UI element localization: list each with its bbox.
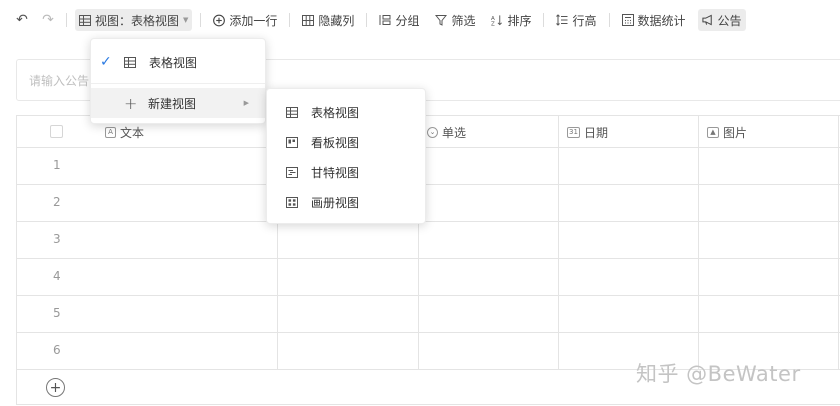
gallery-icon: [286, 196, 299, 208]
calculator-icon: [621, 14, 634, 26]
grid-icon: [302, 14, 315, 26]
toolbar-divider: [200, 13, 202, 27]
hide-columns-button[interactable]: 隐藏列: [298, 9, 358, 31]
row-number: 1: [53, 158, 61, 172]
view-switcher-label: 视图：表格视图: [95, 13, 180, 28]
sort-icon: AZ: [491, 14, 503, 26]
table-icon: [286, 106, 299, 118]
new-view-submenu: 表格视图 看板视图 甘特视图 画册视图: [266, 88, 426, 224]
row-number: 4: [53, 269, 61, 283]
row-number: 3: [53, 232, 61, 246]
single-select-icon: ⌄: [427, 126, 438, 138]
menu-item-label: 画册视图: [311, 195, 360, 210]
sort-label: 排序: [507, 13, 532, 28]
hide-columns-label: 隐藏列: [318, 13, 355, 28]
toolbar-divider: [543, 13, 545, 27]
stats-label: 数据统计: [637, 13, 686, 28]
toolbar-divider: [66, 13, 67, 27]
toolbar: ↶ ↷ 视图：表格视图 ▼ 添加一行 隐藏列 分组 筛选 AZ 排序 行高 数据…: [0, 0, 840, 40]
chevron-down-icon: ▼: [183, 16, 189, 24]
menu-item-label: 甘特视图: [311, 165, 360, 180]
group-label: 分组: [395, 13, 420, 28]
plus-circle-icon: [213, 14, 226, 26]
add-row-plus-button[interactable]: +: [46, 378, 65, 397]
table-row[interactable]: 3: [17, 222, 840, 259]
announcement-placeholder: 请输入公告: [29, 73, 90, 88]
menu-item-gantt-view[interactable]: 甘特视图: [267, 157, 425, 187]
table-icon: [124, 56, 137, 68]
svg-text:Z: Z: [491, 22, 495, 26]
table-icon: [79, 14, 91, 26]
toolbar-divider: [366, 13, 368, 27]
filter-label: 筛选: [451, 13, 476, 28]
table-row[interactable]: 4: [17, 259, 840, 296]
menu-item-new-view[interactable]: + 新建视图 ▶: [91, 88, 265, 118]
column-header-label: 图片: [723, 125, 748, 140]
column-header-label: 文本: [120, 125, 145, 140]
table-row[interactable]: 1: [17, 148, 840, 185]
column-header-label: 日期: [584, 125, 609, 140]
image-icon: ▲: [707, 126, 719, 138]
add-row-button[interactable]: 添加一行: [209, 9, 281, 31]
row-height-label: 行高: [572, 13, 597, 28]
megaphone-icon: [701, 14, 714, 26]
sort-button[interactable]: AZ 排序: [487, 9, 535, 31]
menu-item-label: 新建视图: [148, 96, 197, 111]
filter-button[interactable]: 筛选: [431, 9, 479, 31]
undo-icon[interactable]: ↶: [14, 12, 30, 28]
table-row[interactable]: 2: [17, 185, 840, 222]
group-icon: [379, 14, 391, 26]
row-height-button[interactable]: 行高: [552, 9, 600, 31]
check-icon: ✓: [100, 54, 112, 70]
menu-item-label: 看板视图: [311, 135, 360, 150]
toolbar-divider: [289, 13, 291, 27]
column-header-image[interactable]: ▲ 图片: [707, 116, 747, 148]
menu-item-current-view[interactable]: ✓ 表格视图: [91, 47, 265, 77]
filter-icon: [435, 14, 448, 26]
column-header-label: 单选: [442, 125, 467, 140]
kanban-icon: [286, 136, 299, 148]
group-button[interactable]: 分组: [375, 9, 423, 31]
announcement-button[interactable]: 公告: [697, 9, 746, 31]
plus-icon: +: [124, 93, 138, 113]
gantt-icon: [286, 166, 299, 178]
view-dropdown-menu: ✓ 表格视图 + 新建视图 ▶: [90, 38, 266, 124]
column-header-date[interactable]: 31 日期: [567, 116, 608, 148]
menu-divider: [91, 83, 265, 84]
select-all-checkbox[interactable]: [50, 125, 63, 138]
redo-icon[interactable]: ↷: [40, 12, 56, 28]
toolbar-divider: [608, 13, 610, 27]
menu-item-table-view[interactable]: 表格视图: [267, 97, 425, 127]
row-number: 5: [53, 306, 61, 320]
menu-item-label: 表格视图: [149, 55, 198, 70]
row-number: 6: [53, 343, 61, 357]
text-field-icon: A: [105, 126, 116, 138]
calendar-icon: 31: [567, 126, 580, 138]
row-height-icon: [556, 14, 568, 26]
menu-item-kanban-view[interactable]: 看板视图: [267, 127, 425, 157]
row-number: 2: [53, 195, 61, 209]
column-header-single-select[interactable]: ⌄ 单选: [427, 116, 466, 148]
table-row[interactable]: 5: [17, 296, 840, 333]
chevron-right-icon: ▶: [243, 99, 249, 107]
stats-button[interactable]: 数据统计: [618, 9, 690, 31]
menu-item-gallery-view[interactable]: 画册视图: [267, 187, 425, 217]
view-switcher-button[interactable]: 视图：表格视图 ▼: [75, 9, 193, 31]
add-row-label: 添加一行: [229, 13, 278, 28]
watermark: 知乎 @BeWater: [636, 362, 801, 386]
announcement-label: 公告: [717, 13, 742, 28]
menu-item-label: 表格视图: [311, 105, 360, 120]
